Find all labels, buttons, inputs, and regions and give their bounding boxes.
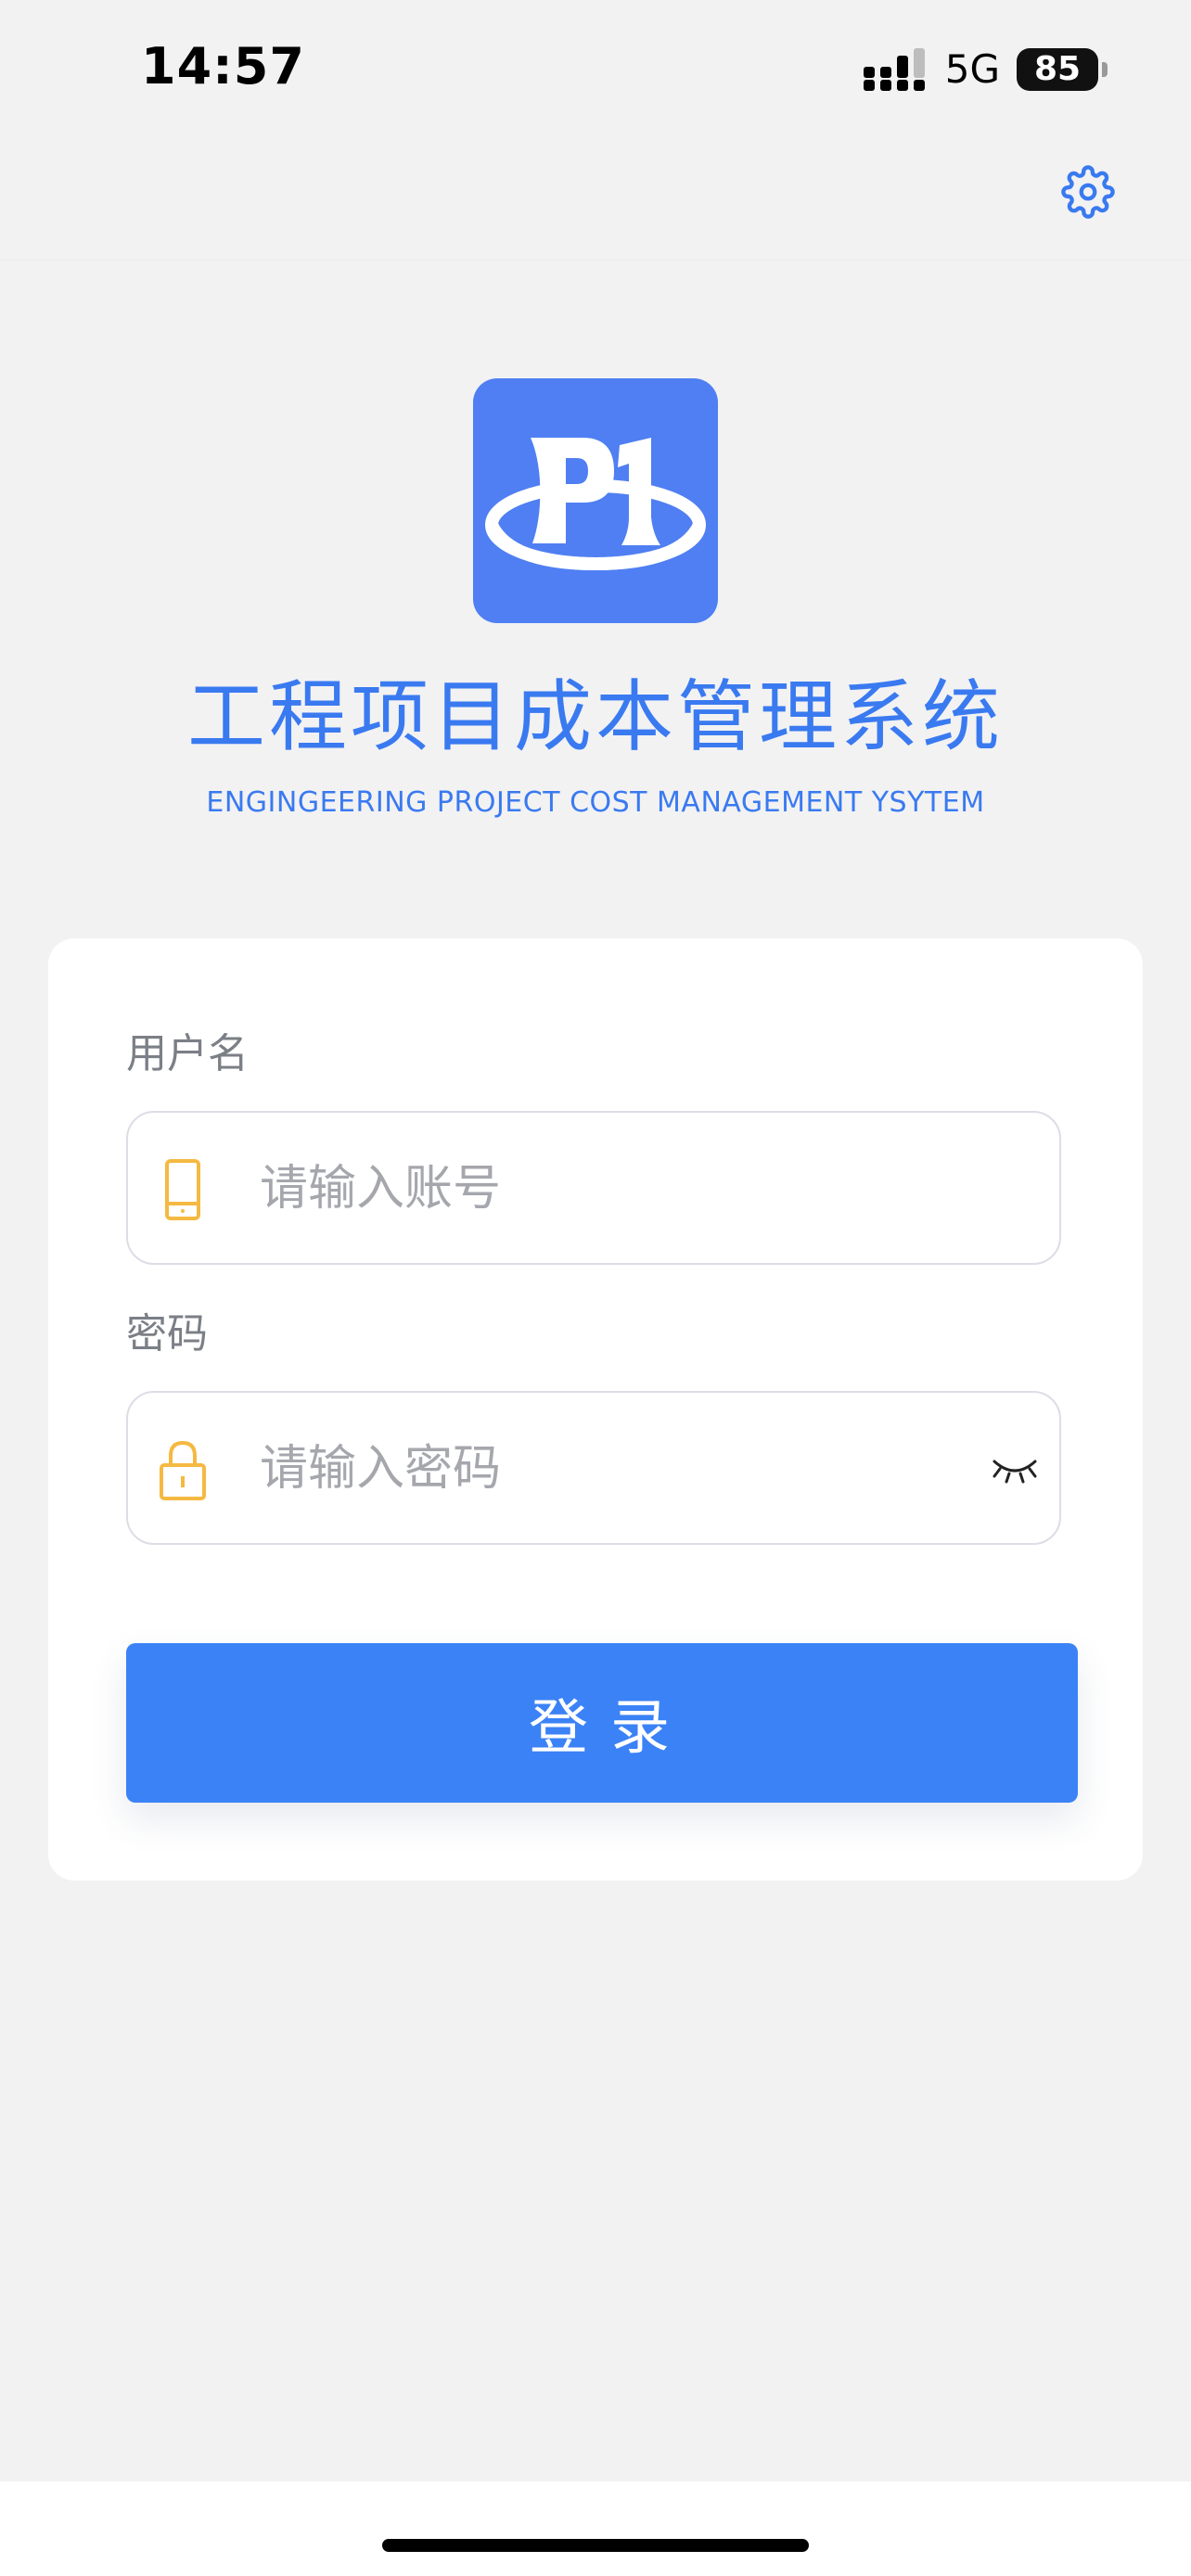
app-subtitle: ENGINGEERING PROJECT COST MANAGEMENT YSY… xyxy=(206,786,985,819)
battery-icon: 85 xyxy=(1017,47,1108,91)
username-label: 用户名 xyxy=(126,1030,249,1078)
home-indicator[interactable] xyxy=(382,2539,809,2552)
p1-logo-icon xyxy=(485,438,706,571)
username-input[interactable] xyxy=(258,1113,967,1265)
eye-closed-icon[interactable] xyxy=(989,1447,1041,1487)
app-title: 工程项目成本管理系统 xyxy=(186,671,1004,762)
status-time: 14:57 xyxy=(141,37,305,96)
password-input[interactable] xyxy=(258,1393,967,1545)
signal-icon xyxy=(863,47,925,91)
lock-icon xyxy=(160,1440,206,1500)
bottom-bar xyxy=(0,2481,1191,2576)
app-logo xyxy=(473,378,718,623)
battery-level: 85 xyxy=(1033,50,1082,88)
password-label: 密码 xyxy=(126,1310,208,1358)
password-field[interactable] xyxy=(126,1391,1061,1545)
username-field[interactable] xyxy=(126,1111,1061,1265)
login-card: 用户名 密码 登录 xyxy=(48,938,1143,1881)
gear-icon[interactable] xyxy=(1061,165,1115,219)
login-button[interactable]: 登录 xyxy=(126,1643,1078,1803)
phone-icon xyxy=(165,1159,200,1220)
status-bar: 14:57 5G 85 xyxy=(0,0,1191,139)
login-page: 14:57 5G 85 工程项目成本管理系统 ENGINGEERING PROJ… xyxy=(0,0,1191,2576)
network-label: 5G xyxy=(944,46,1000,92)
top-bar xyxy=(0,139,1191,261)
status-indicators: 5G 85 xyxy=(863,46,1108,92)
